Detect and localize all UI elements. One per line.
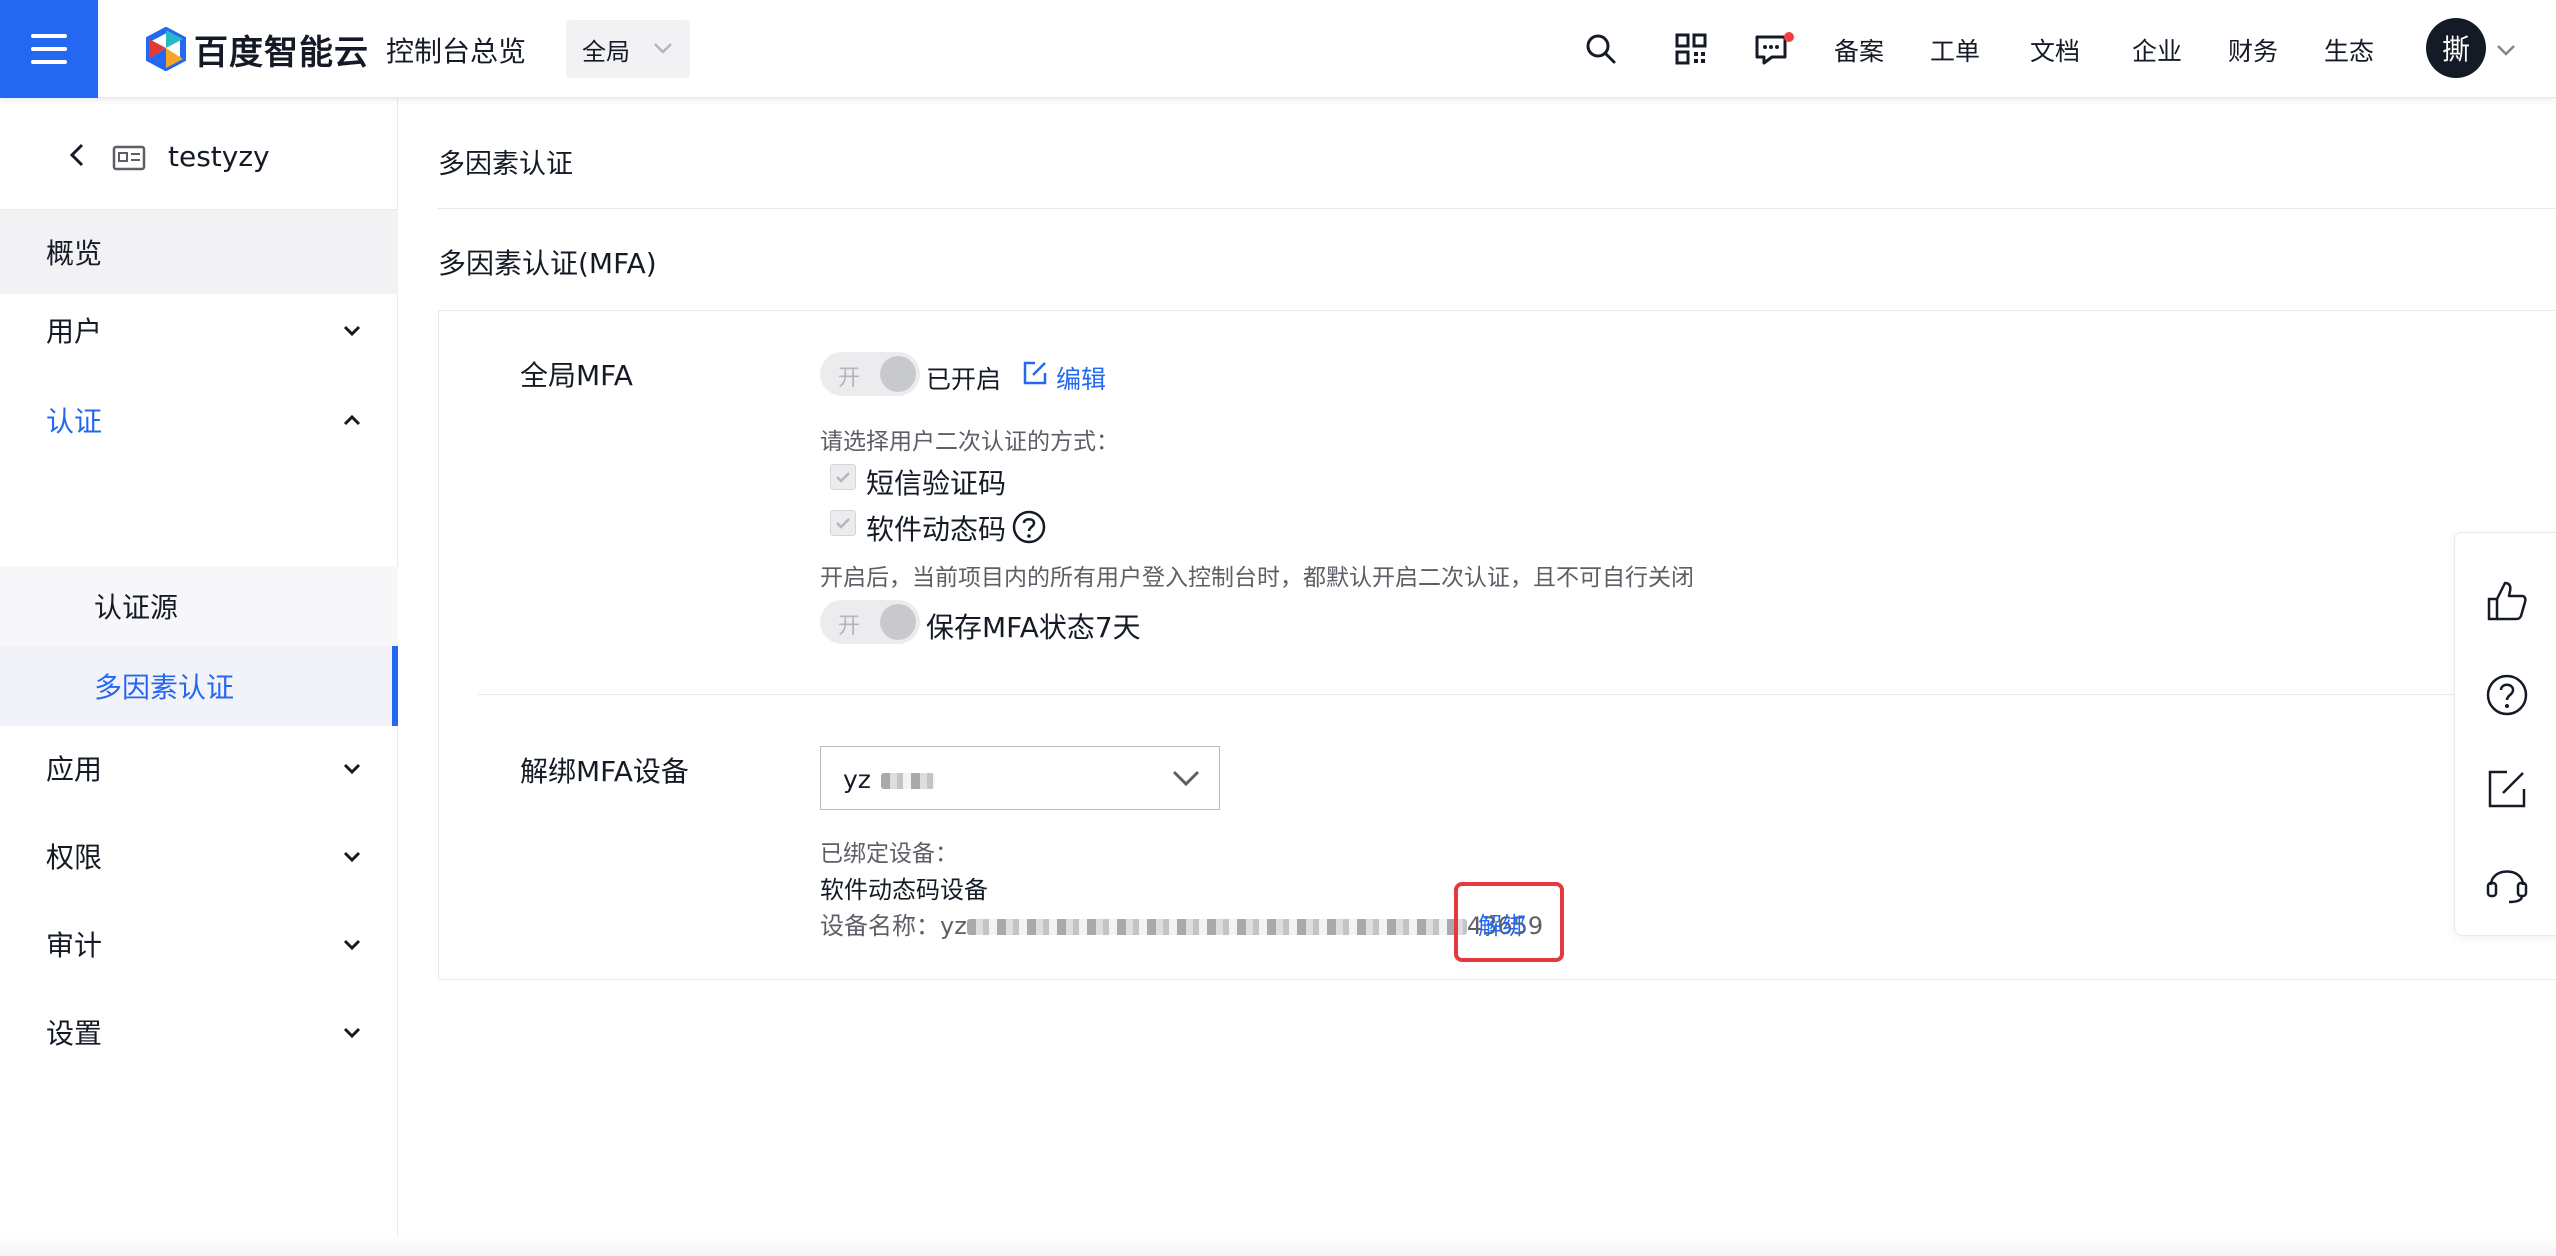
nav-link-docs[interactable]: 文档 bbox=[2030, 32, 2080, 68]
chevron-down-icon bbox=[343, 325, 361, 337]
chevron-down-icon bbox=[654, 43, 672, 54]
device-name-label: 设备名称： bbox=[820, 912, 940, 940]
nav-link-enterprise[interactable]: 企业 bbox=[2132, 32, 2182, 68]
section-title: 多因素认证(MFA) bbox=[438, 247, 657, 280]
sidebar-item-applications[interactable]: 应用 bbox=[0, 726, 398, 810]
mfa-note: 开启后，当前项目内的所有用户登入控制台时，都默认开启二次认证，且不可自行关闭 bbox=[820, 565, 1694, 591]
sidebar-item-auth-source[interactable]: 认证源 bbox=[0, 566, 398, 646]
console-overview-link[interactable]: 控制台总览 bbox=[386, 30, 526, 70]
feedback-edit-icon[interactable] bbox=[2485, 767, 2529, 811]
device-name-prefix: yz bbox=[940, 912, 967, 940]
divider bbox=[478, 694, 2556, 695]
logo[interactable]: 百度智能云 bbox=[144, 26, 369, 73]
chevron-down-icon[interactable] bbox=[2494, 38, 2518, 62]
floating-toolbar bbox=[2454, 532, 2556, 936]
sidebar-item-label: 应用 bbox=[46, 753, 103, 786]
chevron-down-icon bbox=[343, 851, 361, 863]
top-navbar: 百度智能云 控制台总览 全局 备案 工单 文档 企业 财务 生态 撕 bbox=[0, 0, 2556, 98]
sidebar-item-mfa[interactable]: 多因素认证 bbox=[0, 646, 398, 726]
switch-text: 开 bbox=[838, 366, 861, 391]
sidebar-item-settings[interactable]: 设置 bbox=[0, 990, 398, 1074]
global-mfa-label: 全局MFA bbox=[520, 359, 633, 392]
keep-mfa-switch[interactable]: 开 bbox=[820, 600, 920, 644]
avatar[interactable]: 撕 bbox=[2426, 18, 2486, 78]
bottom-edge bbox=[0, 1236, 2556, 1256]
back-arrow-icon[interactable] bbox=[64, 142, 90, 168]
sidebar-item-label: 审计 bbox=[46, 929, 103, 962]
sidebar-item-overview[interactable]: 概览 bbox=[0, 210, 398, 294]
nav-link-tickets[interactable]: 工单 bbox=[1930, 32, 1980, 68]
help-icon[interactable] bbox=[2485, 673, 2529, 717]
sidebar-item-label: 权限 bbox=[46, 841, 103, 874]
project-name: testyzy bbox=[168, 140, 270, 173]
software-token-checkbox[interactable] bbox=[830, 510, 856, 536]
bound-device-label: 已绑定设备： bbox=[820, 841, 958, 867]
menu-icon-bar bbox=[31, 60, 67, 64]
notification-dot bbox=[1784, 32, 1794, 42]
sidebar-item-label: 设置 bbox=[46, 1017, 103, 1050]
scope-select[interactable]: 全局 bbox=[566, 20, 690, 78]
nav-link-finance[interactable]: 财务 bbox=[2228, 32, 2278, 68]
software-token-label: 软件动态码 bbox=[866, 513, 1007, 546]
chevron-up-icon bbox=[343, 414, 361, 426]
sidebar-item-permissions[interactable]: 权限 bbox=[0, 814, 398, 898]
sidebar-item-label: 多因素认证 bbox=[94, 671, 235, 704]
sms-code-label: 短信验证码 bbox=[866, 467, 1007, 500]
menu-icon bbox=[31, 34, 67, 38]
switch-text: 开 bbox=[838, 614, 861, 639]
sidebar-item-label: 概览 bbox=[46, 237, 103, 270]
sidebar-item-audit[interactable]: 审计 bbox=[0, 902, 398, 986]
global-mfa-status: 已开启 bbox=[926, 365, 1002, 394]
switch-knob bbox=[880, 356, 916, 392]
user-select[interactable]: yz bbox=[820, 746, 1220, 810]
divider bbox=[438, 208, 2556, 209]
project-card-icon bbox=[112, 145, 146, 171]
user-select-text: yz bbox=[843, 765, 871, 794]
page-title: 多因素认证 bbox=[438, 149, 573, 180]
sidebar-item-authentication[interactable]: 认证 bbox=[0, 378, 398, 462]
headset-icon[interactable] bbox=[2485, 861, 2529, 905]
sidebar-item-label: 认证 bbox=[46, 405, 103, 438]
menu-button[interactable] bbox=[0, 0, 98, 98]
device-type: 软件动态码设备 bbox=[820, 876, 988, 904]
chevron-down-icon bbox=[343, 1027, 361, 1039]
device-name-row: 设备名称：yz 43659 bbox=[820, 906, 1543, 941]
keep-mfa-label: 保存MFA状态7天 bbox=[926, 611, 1141, 644]
sms-code-checkbox[interactable] bbox=[830, 464, 856, 490]
highlight-box bbox=[1454, 882, 1564, 962]
nav-link-ecosystem[interactable]: 生态 bbox=[2324, 32, 2374, 68]
menu-icon-bar bbox=[31, 47, 67, 51]
sidebar-item-users[interactable]: 用户 bbox=[0, 288, 398, 372]
chevron-down-icon bbox=[343, 763, 361, 775]
search-icon[interactable] bbox=[1582, 30, 1620, 68]
method-prompt: 请选择用户二次认证的方式： bbox=[820, 429, 1119, 455]
qrcode-icon[interactable] bbox=[1672, 30, 1710, 68]
baidu-cloud-logo-icon bbox=[146, 27, 186, 71]
sidebar-header: testyzy bbox=[0, 98, 398, 210]
edit-button[interactable]: 编辑 bbox=[1056, 360, 1106, 396]
checkmark-icon bbox=[836, 472, 850, 483]
authentication-submenu: 认证源 多因素认证 bbox=[0, 566, 398, 726]
global-mfa-switch[interactable]: 开 bbox=[820, 352, 920, 396]
help-circle-icon[interactable] bbox=[1012, 510, 1046, 544]
scope-select-value: 全局 bbox=[582, 37, 630, 66]
unbind-mfa-label: 解绑MFA设备 bbox=[520, 755, 689, 788]
chevron-down-icon bbox=[1172, 770, 1200, 787]
mfa-settings-panel bbox=[438, 310, 2556, 980]
sidebar-item-label: 用户 bbox=[46, 315, 103, 348]
redacted-text bbox=[880, 773, 935, 789]
edit-icon[interactable] bbox=[1022, 360, 1048, 386]
user-select-value: yz bbox=[843, 765, 935, 794]
checkmark-icon bbox=[836, 518, 850, 529]
chevron-down-icon bbox=[343, 939, 361, 951]
sidebar: testyzy 概览 用户 认证 认证源 多因素认证 应用 权限 审计 设置 bbox=[0, 98, 398, 1256]
redacted-text bbox=[966, 919, 1467, 935]
nav-link-beian[interactable]: 备案 bbox=[1834, 32, 1884, 68]
switch-knob bbox=[880, 604, 916, 640]
logo-text: 百度智能云 bbox=[194, 32, 369, 73]
sidebar-item-label: 认证源 bbox=[94, 591, 179, 624]
thumbs-up-icon[interactable] bbox=[2485, 579, 2529, 623]
